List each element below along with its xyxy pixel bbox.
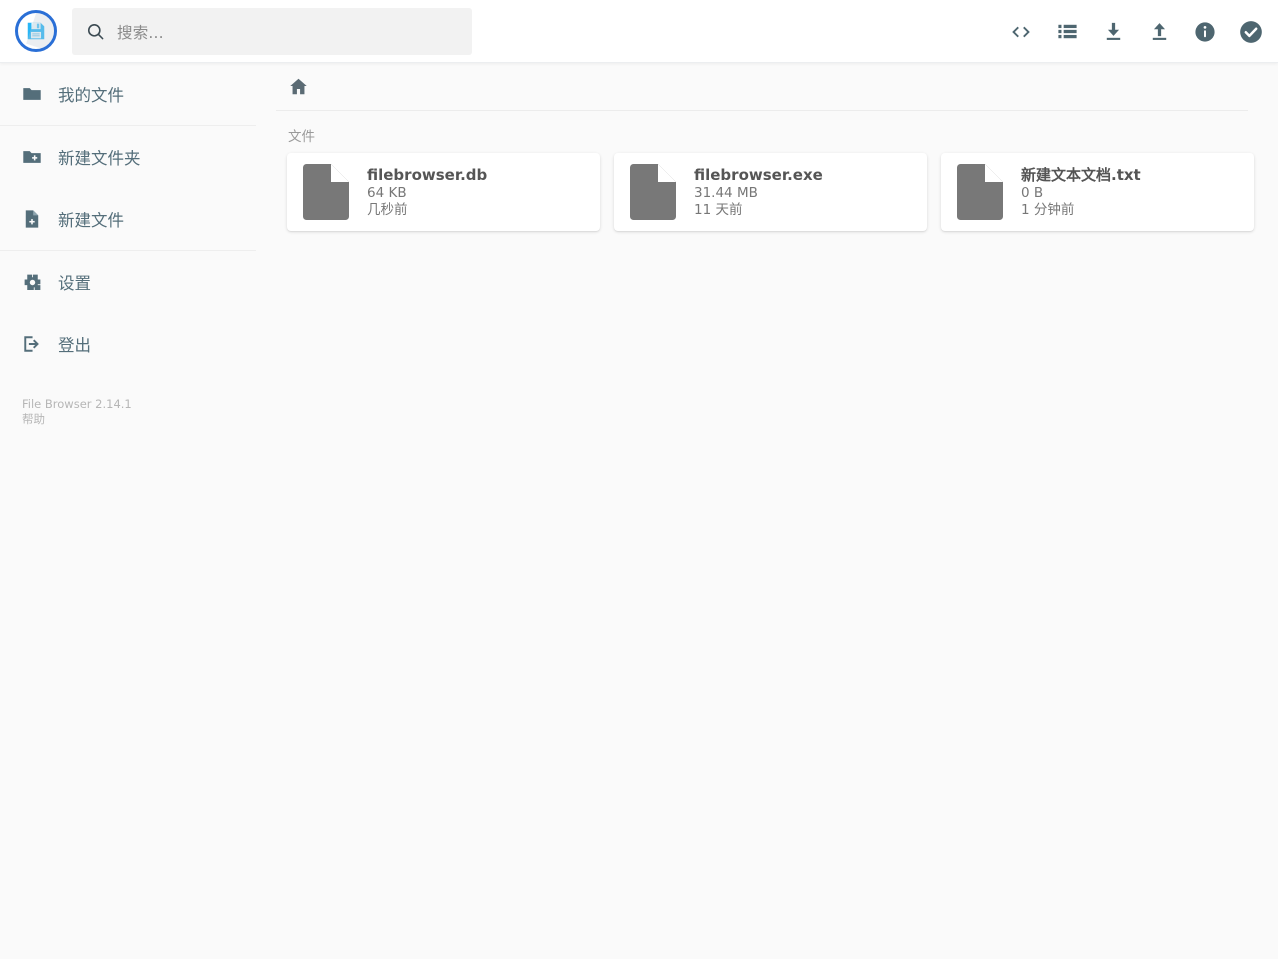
section-label-files: 文件: [288, 129, 315, 145]
sidebar-item-label: 我的文件: [58, 86, 124, 105]
file-size: 31.44 MB: [694, 184, 758, 201]
sidebar-item-logout[interactable]: 登出: [0, 313, 256, 375]
file-modified: 几秒前: [367, 201, 408, 218]
file-plus-icon: [20, 207, 44, 231]
sidebar-item-new-folder[interactable]: 新建文件夹: [0, 126, 256, 188]
gear-icon: [20, 270, 44, 294]
file-grid: filebrowser.db 64 KB 几秒前 filebrowser.exe…: [276, 153, 1258, 231]
file-name: 新建文本文档.txt: [1021, 165, 1141, 184]
upload-icon[interactable]: [1146, 19, 1172, 45]
file-card[interactable]: filebrowser.exe 31.44 MB 11 天前: [614, 153, 927, 231]
file-meta: 新建文本文档.txt 0 B 1 分钟前: [1021, 166, 1141, 219]
file-size: 64 KB: [367, 184, 407, 201]
file-icon: [299, 163, 351, 221]
sidebar: 我的文件 新建文件夹 新建文件 设置 登出 File Browser 2.14.…: [0, 63, 256, 959]
file-modified: 1 分钟前: [1021, 201, 1075, 218]
search-placeholder: 搜索...: [117, 23, 164, 42]
sidebar-item-my-files[interactable]: 我的文件: [0, 63, 256, 125]
check-circle-icon[interactable]: [1238, 19, 1264, 45]
sidebar-group-account: 设置 登出: [0, 250, 256, 375]
app-header: 搜索...: [0, 0, 1278, 63]
sidebar-item-label: 设置: [58, 274, 91, 293]
list-view-icon[interactable]: [1054, 19, 1080, 45]
logo-sheen: [26, 13, 54, 49]
logo-circle: [15, 10, 57, 52]
folder-plus-icon: [20, 145, 44, 169]
app-logo[interactable]: [14, 9, 58, 53]
file-card[interactable]: filebrowser.db 64 KB 几秒前: [287, 153, 600, 231]
folder-icon: [20, 82, 44, 106]
file-meta: filebrowser.db 64 KB 几秒前: [367, 166, 487, 219]
file-icon: [953, 163, 1005, 221]
code-brackets-icon[interactable]: [1008, 19, 1034, 45]
file-name: filebrowser.exe: [694, 165, 823, 184]
sidebar-item-settings[interactable]: 设置: [0, 251, 256, 313]
sidebar-item-label: 新建文件: [58, 211, 124, 230]
sidebar-item-label: 登出: [58, 336, 91, 355]
breadcrumb: [276, 63, 1248, 111]
sidebar-item-new-file[interactable]: 新建文件: [0, 188, 256, 250]
header-action-bar: [1008, 0, 1264, 63]
search-icon: [86, 22, 105, 41]
home-icon[interactable]: [288, 76, 309, 97]
search-input[interactable]: 搜索...: [72, 8, 472, 55]
file-meta: filebrowser.exe 31.44 MB 11 天前: [694, 166, 823, 219]
sidebar-item-label: 新建文件夹: [58, 149, 141, 168]
logout-icon: [20, 332, 44, 356]
file-card[interactable]: 新建文本文档.txt 0 B 1 分钟前: [941, 153, 1254, 231]
file-icon: [626, 163, 678, 221]
file-modified: 11 天前: [694, 201, 743, 218]
file-name: filebrowser.db: [367, 165, 488, 184]
main-content: 文件 filebrowser.db 64 KB 几秒前 filebrowser.…: [256, 63, 1278, 959]
file-size: 0 B: [1021, 184, 1044, 201]
sidebar-group-files: 我的文件: [0, 63, 256, 125]
sidebar-footer: File Browser 2.14.1 帮助: [22, 397, 132, 427]
sidebar-group-create: 新建文件夹 新建文件: [0, 125, 256, 250]
download-icon[interactable]: [1100, 19, 1126, 45]
help-link[interactable]: 帮助: [22, 412, 132, 427]
info-icon[interactable]: [1192, 19, 1218, 45]
app-version: File Browser 2.14.1: [22, 397, 132, 411]
